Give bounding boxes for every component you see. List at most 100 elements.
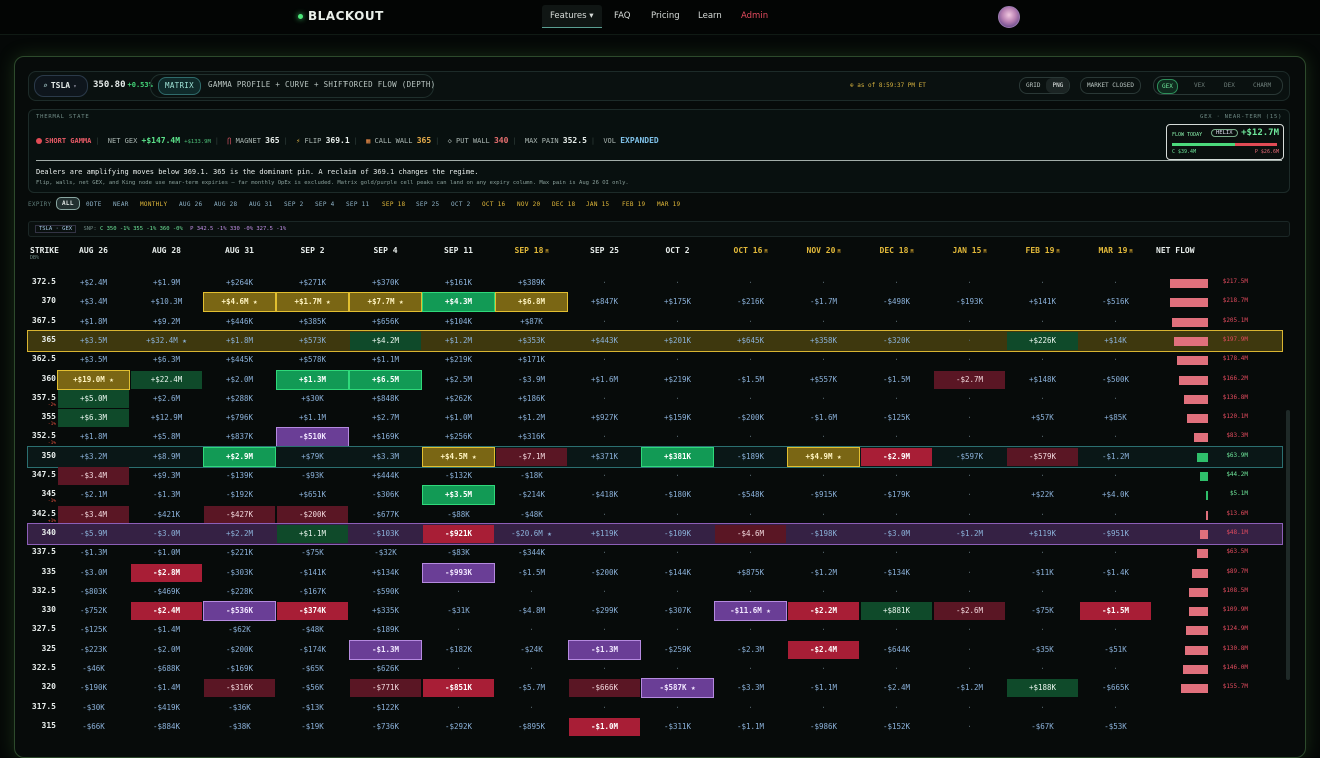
gex-cell[interactable]: · <box>569 351 640 369</box>
col-header-aug-31[interactable]: AUG 31 <box>204 246 275 255</box>
gex-cell[interactable]: -$259K <box>642 641 713 659</box>
gex-cell[interactable]: · <box>715 313 786 331</box>
gex-cell[interactable]: -$4.6M <box>715 524 786 543</box>
gex-cell[interactable]: +$6.3M <box>58 409 129 428</box>
gex-cell[interactable]: +$2.4M <box>58 274 129 292</box>
gex-cell[interactable]: -$36K <box>204 699 275 717</box>
gex-cell[interactable]: · <box>934 544 1005 562</box>
gex-cell[interactable]: -$48K <box>496 506 567 524</box>
gex-cell[interactable]: -$88K <box>423 506 494 524</box>
gex-cell[interactable]: +$358K <box>788 332 859 350</box>
gex-cell[interactable]: -$299K <box>569 602 640 620</box>
gex-cell[interactable]: +$1.8M <box>204 332 275 350</box>
gex-cell[interactable]: -$144K <box>642 564 713 582</box>
gex-cell[interactable]: -$2.6M <box>934 602 1005 621</box>
gex-cell[interactable]: · <box>861 351 932 369</box>
gex-cell[interactable]: +$256K <box>423 428 494 446</box>
gex-cell[interactable]: +$134K <box>350 564 421 582</box>
gex-cell[interactable]: -$579K <box>1007 447 1078 466</box>
gex-cell[interactable]: -$419K <box>131 699 202 717</box>
gex-cell[interactable]: +$85K <box>1080 409 1151 427</box>
gex-cell[interactable]: · <box>861 467 932 485</box>
gex-cell[interactable]: · <box>569 621 640 639</box>
gex-cell[interactable]: +$4.2M <box>350 331 421 350</box>
gex-cell[interactable]: -$2.3M <box>715 641 786 659</box>
gex-cell[interactable]: -$3.3M <box>715 679 786 697</box>
gex-cell[interactable]: · <box>642 274 713 292</box>
gex-cell[interactable]: · <box>1080 351 1151 369</box>
gex-cell[interactable]: -$5.9M <box>58 525 129 543</box>
gex-cell[interactable]: -$1.0M <box>131 544 202 562</box>
gex-cell[interactable]: +$3.5M <box>58 351 129 369</box>
gex-cell[interactable]: +$1.2M <box>496 409 567 427</box>
gex-cell[interactable]: +$6.5M <box>349 369 422 390</box>
gex-cell[interactable]: -$311K <box>642 718 713 736</box>
gex-cell[interactable]: · <box>1080 274 1151 292</box>
gex-cell[interactable]: -$93K <box>277 467 348 485</box>
gex-cell[interactable]: -$228K <box>204 583 275 601</box>
gex-cell[interactable]: · <box>642 699 713 717</box>
gex-cell[interactable]: · <box>1007 274 1078 292</box>
gex-cell[interactable]: +$22.4M <box>131 370 202 389</box>
gex-cell[interactable]: +$104K <box>423 313 494 331</box>
gex-cell[interactable]: +$219K <box>642 371 713 389</box>
gex-cell[interactable]: · <box>934 718 1005 736</box>
gex-cell[interactable]: · <box>1080 583 1151 601</box>
tab-charm[interactable]: CHARM <box>1253 79 1271 92</box>
gex-cell[interactable]: -$536K <box>203 601 276 622</box>
gex-cell[interactable]: -$418K <box>569 486 640 504</box>
gex-cell[interactable]: · <box>715 583 786 601</box>
gex-cell[interactable]: · <box>934 699 1005 717</box>
expiry-sep-18[interactable]: SEP 18 <box>382 201 405 208</box>
gex-cell[interactable]: · <box>861 428 932 446</box>
gex-cell[interactable]: -$306K <box>350 486 421 504</box>
gex-cell[interactable]: +$557K <box>788 371 859 389</box>
col-header-sep-2[interactable]: SEP 2 <box>277 246 348 255</box>
gex-cell[interactable]: -$122K <box>350 699 421 717</box>
gex-cell[interactable]: +$1.6M <box>569 371 640 389</box>
gex-cell[interactable]: +$1.1M <box>277 409 348 427</box>
gex-cell[interactable]: · <box>496 621 567 639</box>
gex-cell[interactable]: +$8.9M <box>131 448 202 466</box>
gex-cell[interactable]: · <box>788 390 859 408</box>
gex-cell[interactable]: -$66K <box>58 718 129 736</box>
col-header-sep-18[interactable]: SEP 18 M <box>496 246 567 255</box>
gex-cell[interactable]: -$427K <box>204 505 275 524</box>
gex-cell[interactable]: -$103K <box>350 525 421 543</box>
gex-cell[interactable]: · <box>1007 699 1078 717</box>
gex-cell[interactable]: +$169K <box>350 428 421 446</box>
gex-cell[interactable]: -$851K <box>423 679 494 698</box>
gex-cell[interactable]: -$374K <box>277 602 348 621</box>
gex-cell[interactable]: · <box>642 621 713 639</box>
user-avatar[interactable] <box>998 6 1020 28</box>
gex-cell[interactable]: · <box>423 660 494 678</box>
gex-cell[interactable]: -$1.6M <box>788 409 859 427</box>
gex-cell[interactable]: · <box>1007 506 1078 524</box>
gex-cell[interactable]: -$320K <box>861 332 932 350</box>
gex-cell[interactable]: -$303K <box>204 564 275 582</box>
gex-cell[interactable]: · <box>496 583 567 601</box>
gex-cell[interactable]: +$2.7M <box>350 409 421 427</box>
gex-cell[interactable]: · <box>1080 506 1151 524</box>
gex-cell[interactable]: -$53K <box>1080 718 1151 736</box>
gex-cell[interactable]: +$1.0M <box>423 409 494 427</box>
gex-cell[interactable]: -$986K <box>788 718 859 736</box>
gex-cell[interactable]: +$119K <box>1007 525 1078 543</box>
expiry-oct-2[interactable]: OCT 2 <box>451 201 471 208</box>
gex-cell[interactable]: -$1.3M <box>568 639 641 660</box>
gex-cell[interactable]: -$3.0M <box>58 564 129 582</box>
table-row[interactable]: 350 +$3.2M +$8.9M +$2.9M +$79K +$3.3M +$4.5M ★… <box>27 445 1283 468</box>
gex-cell[interactable]: +$385K <box>277 313 348 331</box>
gex-cell[interactable]: -$500K <box>1080 371 1151 389</box>
gex-cell[interactable]: · <box>1080 660 1151 678</box>
gex-cell[interactable]: · <box>1007 583 1078 601</box>
gex-cell[interactable]: · <box>788 699 859 717</box>
expiry-oct-16[interactable]: OCT 16 <box>482 201 505 208</box>
gex-cell[interactable]: -$1.3M <box>131 486 202 504</box>
tab-forced-flow[interactable]: FORCED FLOW (DEPTH) <box>344 77 436 93</box>
gex-cell[interactable]: · <box>934 390 1005 408</box>
gex-cell[interactable]: -$214K <box>496 486 567 504</box>
gex-cell[interactable]: · <box>642 313 713 331</box>
gex-cell[interactable]: -$1.5M <box>496 564 567 582</box>
gex-cell[interactable]: -$46K <box>58 660 129 678</box>
